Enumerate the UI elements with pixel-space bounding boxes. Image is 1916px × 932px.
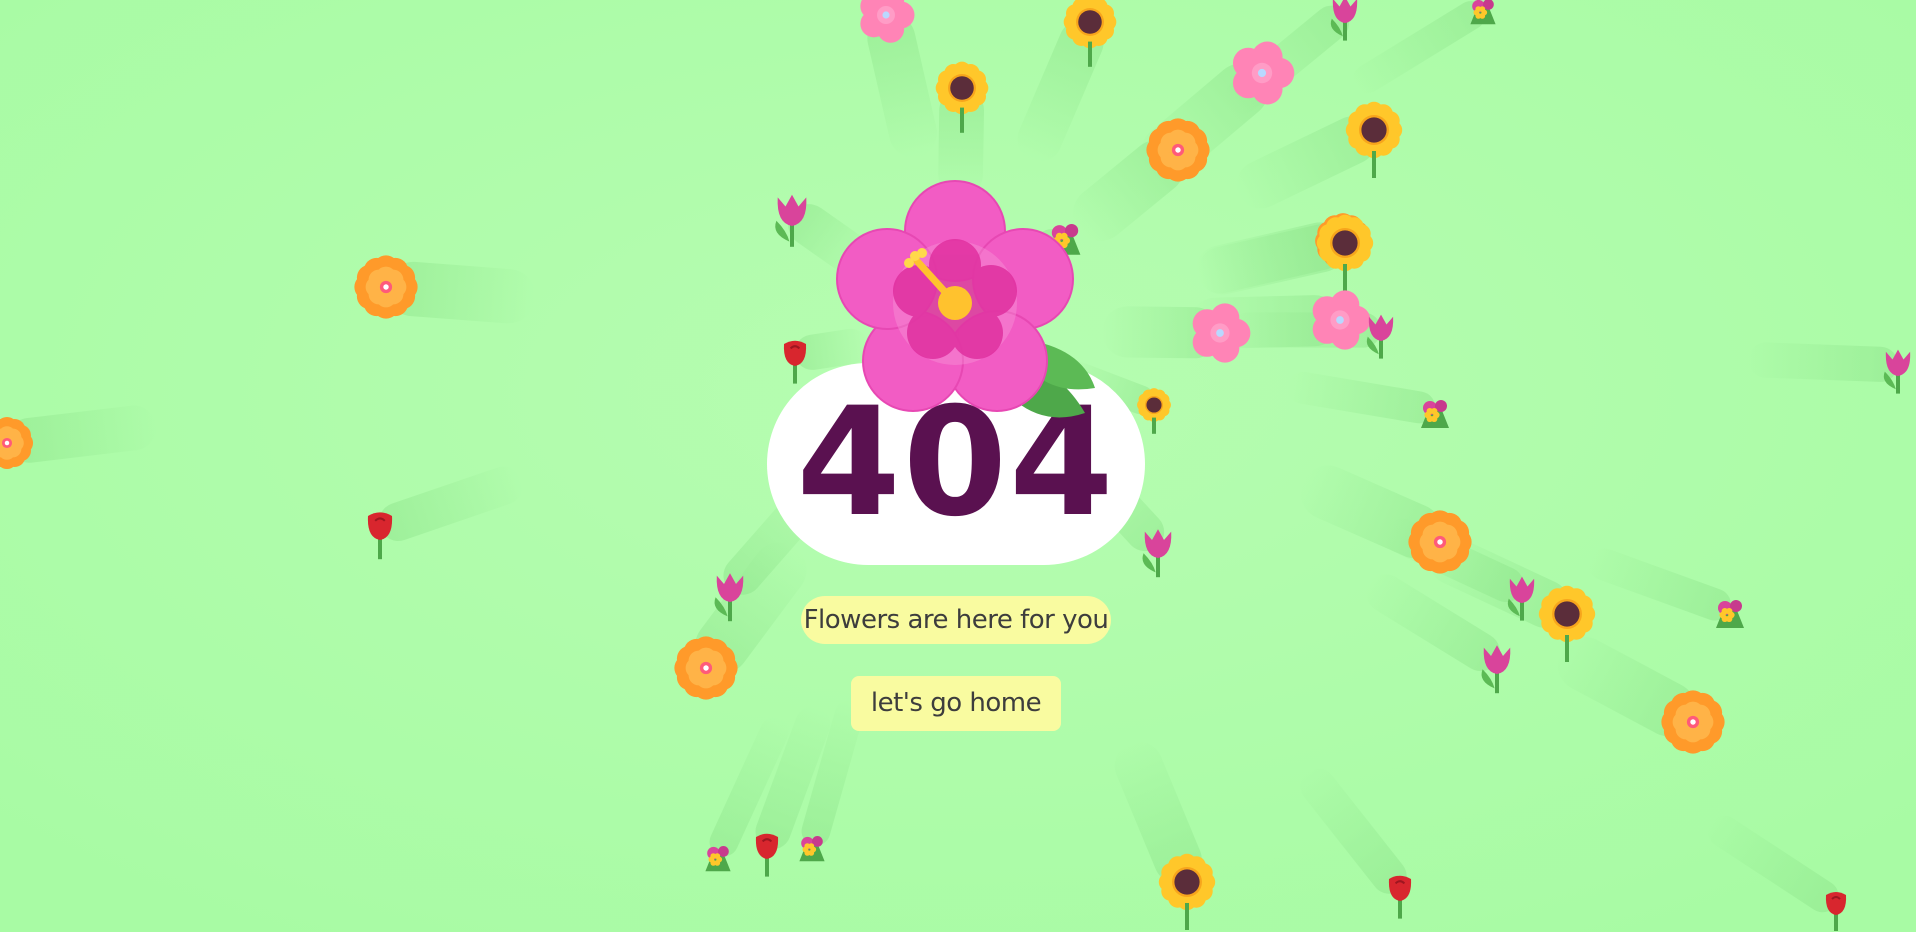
home-button[interactable]: let's go home bbox=[851, 676, 1061, 731]
tagline: Flowers are here for you bbox=[801, 596, 1111, 644]
hibiscus-icon bbox=[836, 180, 1095, 418]
motion-streak bbox=[1748, 342, 1899, 382]
